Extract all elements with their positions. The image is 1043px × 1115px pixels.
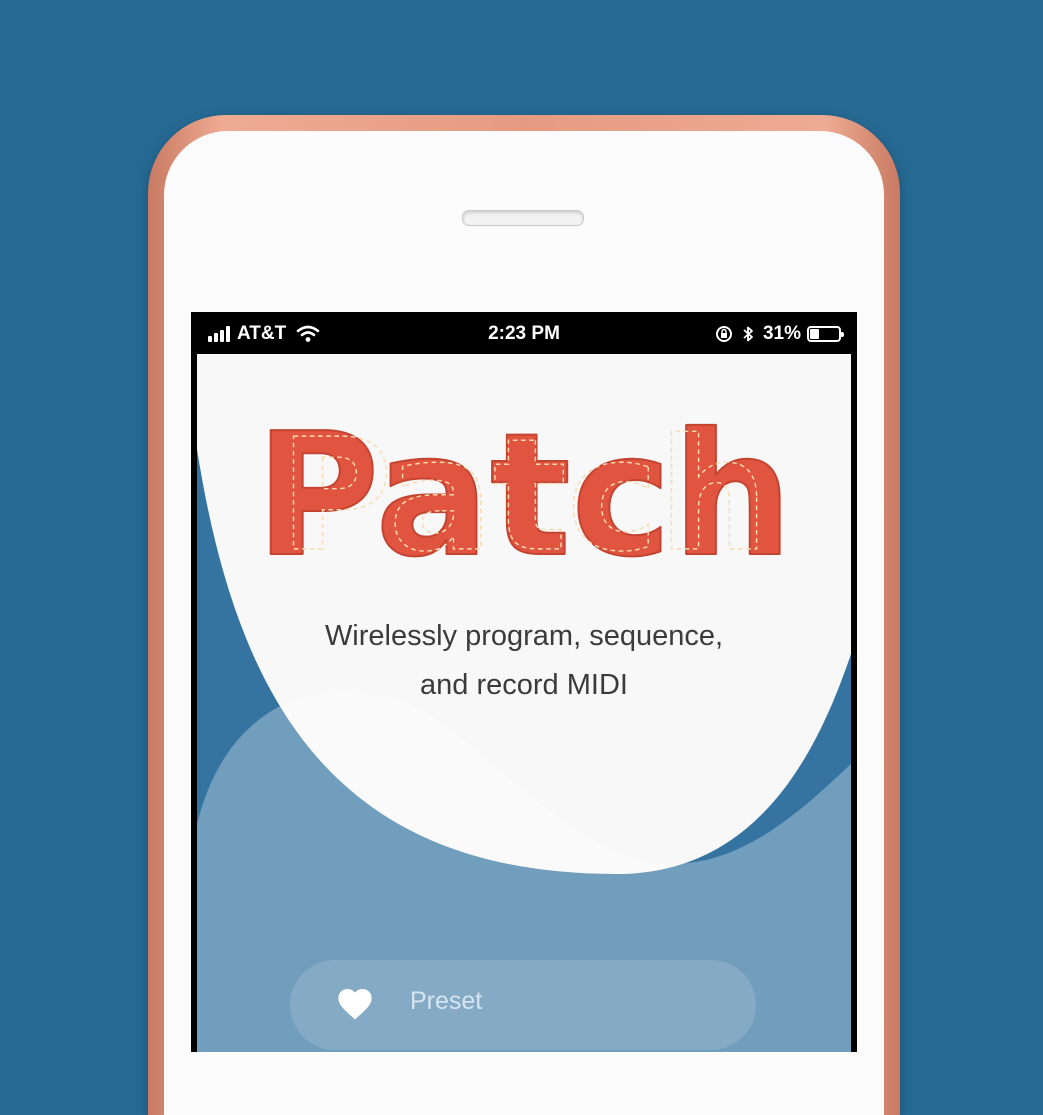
subtitle-line-1: Wirelessly program, sequence, bbox=[324, 620, 724, 652]
logo-stitching: Patch bbox=[279, 406, 768, 584]
status-bar: AT&T 2:23 PM 31% bbox=[191, 312, 857, 354]
app-logo: Patch Patch bbox=[254, 396, 794, 584]
bluetooth-icon bbox=[743, 326, 753, 342]
status-right: 31% bbox=[715, 323, 844, 345]
app-subtitle: Wirelessly program, sequence, and record… bbox=[197, 612, 851, 710]
battery-icon bbox=[807, 326, 844, 342]
app-content: Patch Patch Wirelessly program, sequence… bbox=[197, 354, 851, 1052]
battery-percent: 31% bbox=[762, 323, 801, 344]
preset-button[interactable]: Preset bbox=[290, 960, 756, 1050]
preset-label: Preset bbox=[410, 987, 483, 1015]
heart-icon bbox=[338, 989, 372, 1020]
battery-fill bbox=[810, 329, 820, 339]
orientation-lock-icon bbox=[715, 326, 732, 342]
subtitle-line-2: and record MIDI bbox=[420, 669, 628, 701]
phone-screen: AT&T 2:23 PM 31% Patch Patch Wirelessly … bbox=[191, 312, 857, 1052]
earpiece-speaker bbox=[462, 210, 584, 226]
